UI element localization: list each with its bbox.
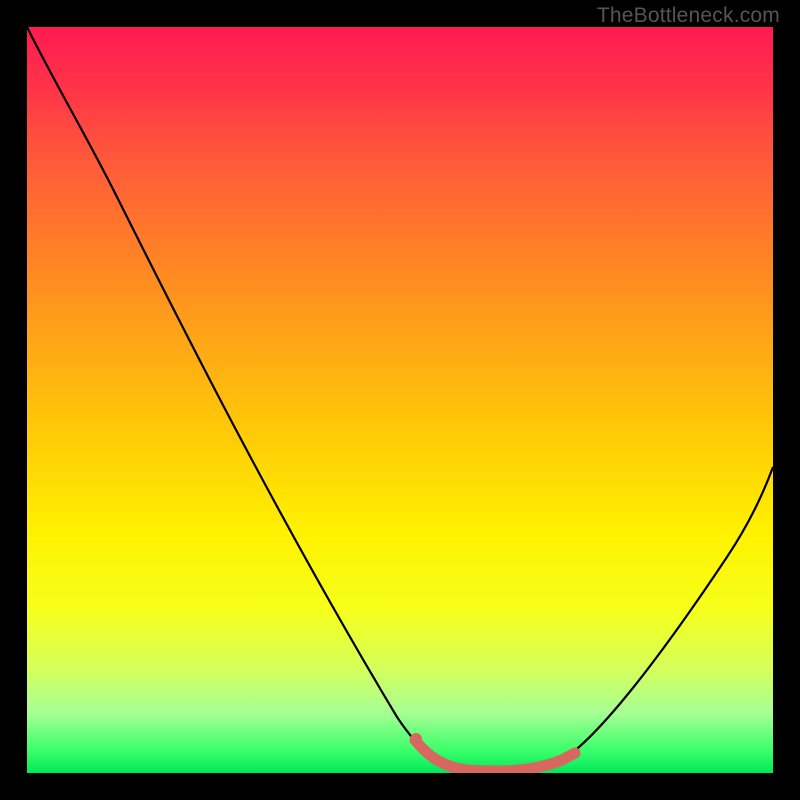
- highlight-start-dot: [410, 733, 422, 745]
- bottleneck-chart: TheBottleneck.com: [0, 0, 800, 800]
- bottleneck-curve-line: [27, 27, 773, 771]
- watermark-text: TheBottleneck.com: [597, 4, 780, 28]
- optimal-range-highlight: [415, 740, 575, 771]
- curve-plot: [27, 27, 773, 773]
